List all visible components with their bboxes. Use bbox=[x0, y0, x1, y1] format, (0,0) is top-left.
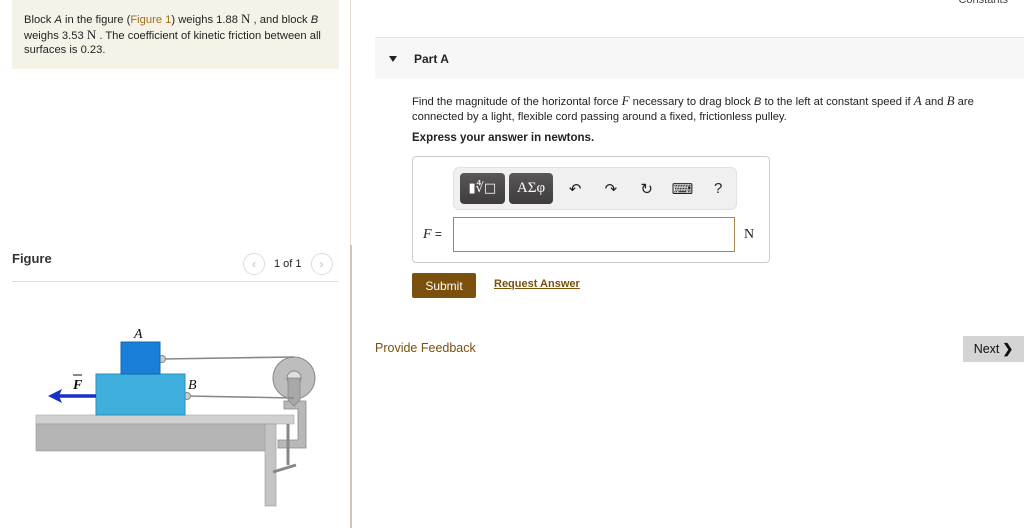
answer-instruction: Express your answer in newtons. bbox=[412, 132, 595, 144]
problem-text: in the figure ( bbox=[61, 14, 131, 26]
left-panel: Block A in the figure (Figure 1) weighs … bbox=[0, 0, 351, 528]
var-b: B bbox=[310, 14, 319, 26]
table-leg bbox=[264, 423, 277, 507]
equals-sign: = bbox=[431, 227, 442, 241]
figure-link[interactable]: Figure 1 bbox=[130, 14, 171, 26]
submit-button[interactable]: Submit bbox=[412, 273, 476, 298]
panel-divider bbox=[350, 0, 351, 245]
chevron-right-icon: ❯ bbox=[1002, 341, 1014, 356]
answer-box: ▮∜□ ΑΣφ ↶ ↷ ↻ ⌨ ? F = N bbox=[412, 156, 770, 263]
templates-button[interactable]: ▮∜□ bbox=[460, 173, 505, 204]
figure-divider bbox=[12, 281, 338, 282]
pulley-bracket bbox=[287, 377, 301, 407]
cord-bottom bbox=[186, 395, 295, 399]
chevron-right-icon: › bbox=[319, 257, 324, 271]
question-segment: necessary to drag block bbox=[629, 96, 754, 108]
question-segment: Find the magnitude of the horizontal for… bbox=[412, 96, 622, 108]
block-b bbox=[95, 373, 186, 416]
undo-icon[interactable]: ↶ bbox=[557, 180, 593, 198]
reset-icon[interactable]: ↻ bbox=[629, 180, 665, 198]
next-button[interactable]: Next ❯ bbox=[963, 336, 1024, 362]
var-a: A bbox=[54, 14, 62, 26]
cord-top bbox=[161, 356, 295, 360]
label-f: F bbox=[72, 378, 83, 393]
var-f: F bbox=[621, 93, 630, 108]
var-b: B bbox=[946, 93, 955, 108]
figure-title: Figure bbox=[12, 251, 52, 266]
panel-divider-handle[interactable] bbox=[350, 245, 352, 528]
block-a bbox=[120, 341, 161, 375]
keyboard-icon[interactable]: ⌨ bbox=[665, 180, 701, 198]
question-text: Find the magnitude of the horizontal for… bbox=[412, 93, 1024, 125]
var-a: A bbox=[913, 93, 922, 108]
provide-feedback-link[interactable]: Provide Feedback bbox=[375, 341, 476, 355]
label-b: B bbox=[188, 378, 197, 393]
help-icon[interactable]: ? bbox=[700, 180, 736, 197]
next-label: Next bbox=[973, 342, 1000, 356]
figure-pager: ‹ 1 of 1 › bbox=[243, 253, 333, 275]
part-a-header[interactable]: Part A bbox=[375, 37, 1024, 79]
problem-statement: Block A in the figure (Figure 1) weighs … bbox=[12, 0, 339, 69]
collapse-triangle-icon bbox=[389, 55, 397, 62]
pager-text: 1 of 1 bbox=[274, 258, 302, 270]
redo-icon[interactable]: ↷ bbox=[593, 180, 629, 198]
clamp-handle bbox=[272, 463, 297, 474]
unit-n: N bbox=[86, 26, 97, 42]
question-segment: to the left at constant speed if bbox=[761, 96, 914, 108]
answer-input[interactable] bbox=[453, 217, 735, 252]
question-segment: and bbox=[921, 96, 947, 108]
figure-diagram: A B F bbox=[35, 327, 316, 507]
label-a: A bbox=[133, 327, 143, 342]
problem-text: ) weighs 1.88 bbox=[171, 14, 242, 26]
chevron-left-icon: ‹ bbox=[252, 257, 256, 271]
math-toolbar: ▮∜□ ΑΣφ ↶ ↷ ↻ ⌨ ? bbox=[453, 167, 737, 210]
constants-link[interactable]: Constants bbox=[958, 0, 1008, 6]
answer-unit: N bbox=[744, 227, 755, 242]
answer-variable-label: F = bbox=[423, 227, 442, 243]
problem-text: weighs 3.53 bbox=[24, 29, 87, 42]
greek-symbols-button[interactable]: ΑΣφ bbox=[508, 173, 554, 204]
next-figure-button[interactable]: › bbox=[310, 253, 333, 275]
problem-text: , and block bbox=[250, 14, 311, 26]
table-apron bbox=[35, 423, 267, 452]
clamp bbox=[277, 400, 307, 449]
part-title: Part A bbox=[414, 51, 449, 66]
problem-text: Block bbox=[24, 14, 55, 26]
request-answer-link[interactable]: Request Answer bbox=[494, 278, 580, 290]
prev-figure-button[interactable]: ‹ bbox=[243, 253, 265, 275]
var-f: F bbox=[423, 227, 432, 242]
table-top bbox=[35, 414, 295, 425]
